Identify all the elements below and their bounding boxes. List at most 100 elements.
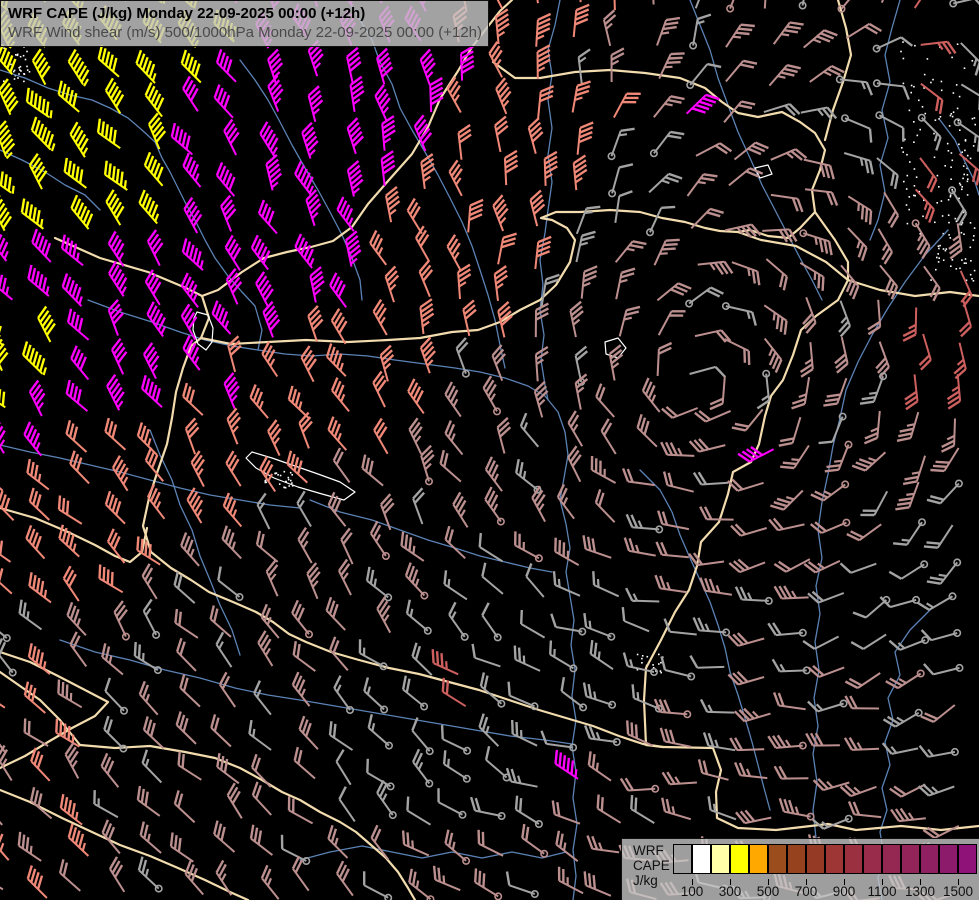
- urban-dot: [961, 189, 963, 191]
- barb-tick: [146, 542, 147, 556]
- barb-half-tick: [31, 846, 32, 854]
- barb-tick: [31, 91, 33, 105]
- cape-legend: WRF CAPE J/kg 10030050070090011001300150…: [621, 838, 979, 900]
- barb-half-tick: [861, 158, 863, 166]
- barb-tick: [25, 719, 26, 733]
- barb-half-tick: [39, 474, 40, 482]
- weather-map-screen: WRF CAPE (J/kg) Monday 22-09-2025 00:00 …: [0, 0, 979, 900]
- colorbar-cell: [768, 844, 787, 874]
- barb-tick: [39, 96, 41, 110]
- urban-dot: [973, 235, 975, 237]
- urban-dot: [284, 471, 286, 473]
- barb-tick: [60, 721, 61, 735]
- urban-dot: [961, 186, 963, 188]
- barb-half-tick: [906, 494, 914, 495]
- urban-dot: [909, 161, 911, 163]
- barb-tick: [442, 653, 443, 667]
- urban-dot: [948, 150, 950, 152]
- urban-dot: [957, 108, 959, 110]
- barb-tick: [602, 797, 603, 811]
- urban-dot: [13, 71, 15, 73]
- urban-dot: [961, 151, 963, 153]
- barb-half-tick: [673, 806, 675, 814]
- barb-tick: [744, 349, 745, 363]
- urban-dot: [637, 654, 639, 656]
- barb-tick: [509, 682, 510, 696]
- urban-dot: [943, 248, 945, 250]
- urban-dot: [641, 662, 643, 664]
- urban-dot: [914, 195, 916, 197]
- barb-half-tick: [638, 692, 639, 700]
- urban-dot: [951, 113, 953, 115]
- barb-tick: [113, 166, 115, 180]
- urban-dot: [26, 66, 28, 68]
- barb-tick: [598, 795, 599, 809]
- urban-dot: [950, 178, 952, 180]
- urban-dot: [948, 199, 950, 201]
- urban-dot: [949, 125, 951, 127]
- urban-dot: [948, 234, 950, 236]
- barb-tick: [179, 612, 180, 626]
- barb-half-tick: [907, 424, 915, 426]
- barb-tick: [409, 537, 411, 551]
- barb-half-tick: [413, 546, 414, 554]
- urban-dot: [23, 55, 25, 57]
- barb-half-tick: [51, 110, 52, 118]
- barb-tick: [595, 643, 597, 657]
- barb-tick: [108, 569, 109, 583]
- colorbar-tick-label: 500: [757, 884, 780, 899]
- urban-dot: [939, 245, 941, 247]
- urban-dot: [916, 176, 918, 178]
- barb-tick: [67, 501, 68, 515]
- urban-dot: [902, 151, 904, 153]
- barb-tick: [442, 725, 443, 739]
- barb-tick: [671, 53, 685, 54]
- urban-dot: [941, 200, 943, 202]
- urban-dot: [290, 472, 292, 474]
- urban-dot: [930, 279, 932, 281]
- map-title-overlay: WRF CAPE (J/kg) Monday 22-09-2025 00:00 …: [0, 0, 489, 47]
- colorbar-cell: [749, 844, 768, 874]
- urban-dot: [925, 113, 927, 115]
- barb-half-tick: [594, 692, 595, 700]
- urban-dot: [947, 143, 949, 145]
- urban-dot: [950, 115, 952, 117]
- urban-dot: [970, 274, 972, 276]
- colorbar-cell: [806, 844, 825, 874]
- urban-dot: [906, 188, 908, 190]
- barb-tick: [586, 207, 600, 209]
- barb-tick: [112, 572, 113, 586]
- barb-tick: [19, 832, 20, 846]
- barb-tick: [109, 164, 111, 178]
- barb-tick: [667, 62, 681, 63]
- urban-dot: [959, 183, 961, 185]
- colorbar-cell: [673, 844, 692, 874]
- urban-dot: [963, 165, 965, 167]
- title-line-shear: WRF Wind shear (m/s) 500/1000hPa Monday …: [8, 23, 481, 42]
- colorbar-cell: [844, 844, 863, 874]
- barb-tick: [560, 753, 561, 767]
- barb-tick: [572, 761, 573, 775]
- barb-half-tick: [869, 393, 877, 394]
- colorbar-tick-label: 1500: [943, 884, 973, 899]
- barb-tick: [67, 685, 68, 699]
- barb-tick: [104, 567, 105, 581]
- barb-tick: [137, 536, 138, 550]
- urban-dot: [950, 194, 952, 196]
- barb-staff: [614, 0, 615, 10]
- barb-tick: [179, 838, 181, 852]
- urban-dot: [945, 250, 947, 252]
- barb-half-tick: [748, 268, 749, 276]
- urban-dot: [906, 204, 908, 206]
- urban-dot: [953, 92, 955, 94]
- urban-dot: [952, 259, 954, 261]
- barb-tick: [3, 392, 4, 406]
- barb-tick: [480, 533, 481, 547]
- urban-dot: [964, 67, 966, 69]
- urban-dot: [956, 268, 958, 270]
- barb-tick: [479, 871, 480, 885]
- urban-dot: [658, 654, 660, 656]
- urban-dot: [10, 64, 12, 66]
- barb-tick: [43, 99, 45, 113]
- barb-half-tick: [446, 661, 447, 669]
